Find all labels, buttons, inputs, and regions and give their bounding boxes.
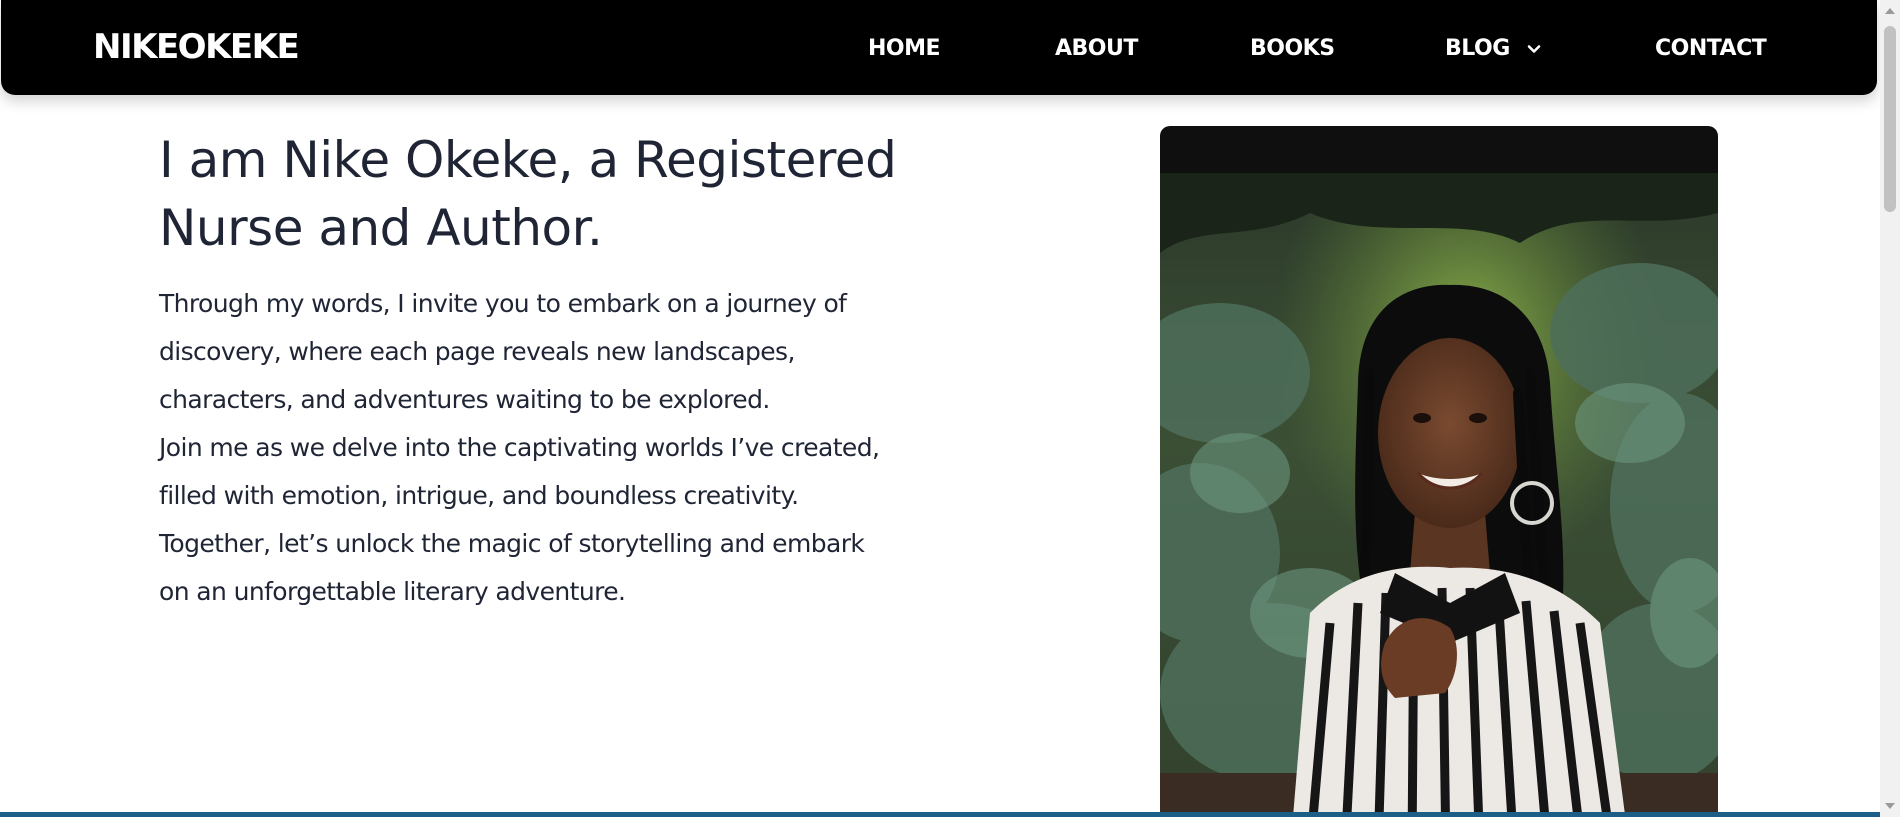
portrait-photo xyxy=(1160,173,1718,817)
scroll-down-icon[interactable] xyxy=(1885,803,1895,809)
nav-about-link[interactable]: ABOUT xyxy=(1055,34,1138,64)
site-logo[interactable]: NIKEOKEKE xyxy=(93,24,300,70)
chevron-down-icon xyxy=(1527,45,1541,53)
nav-blog-dropdown[interactable]: BLOG xyxy=(1445,34,1542,64)
hero-intro: Through my words, I invite you to embark… xyxy=(159,280,899,616)
hero-paragraph: Together, let’s unlock the magic of stor… xyxy=(159,529,865,606)
scrollbar-thumb[interactable] xyxy=(1884,26,1896,212)
hero-title: I am Nike Okeke, a Registered Nurse and … xyxy=(159,131,897,257)
top-navbar: NIKEOKEKE HOME ABOUT BOOKS BLOG CONTACT xyxy=(1,0,1877,95)
nav-blog-label: BLOG xyxy=(1445,36,1510,61)
scroll-up-icon[interactable] xyxy=(1885,8,1895,14)
nav-books-link[interactable]: BOOKS xyxy=(1250,34,1335,64)
hero-paragraph: Through my words, I invite you to embark… xyxy=(159,289,847,414)
taskbar-edge xyxy=(0,812,1880,817)
portrait-card xyxy=(1160,126,1718,817)
nav-home-link[interactable]: HOME xyxy=(868,34,941,64)
page: NIKEOKEKE HOME ABOUT BOOKS BLOG CONTACT … xyxy=(0,0,1900,817)
nav-contact-link[interactable]: CONTACT xyxy=(1655,34,1767,64)
hero-paragraph: Join me as we delve into the captivating… xyxy=(159,433,880,510)
vertical-scrollbar[interactable] xyxy=(1880,0,1900,817)
